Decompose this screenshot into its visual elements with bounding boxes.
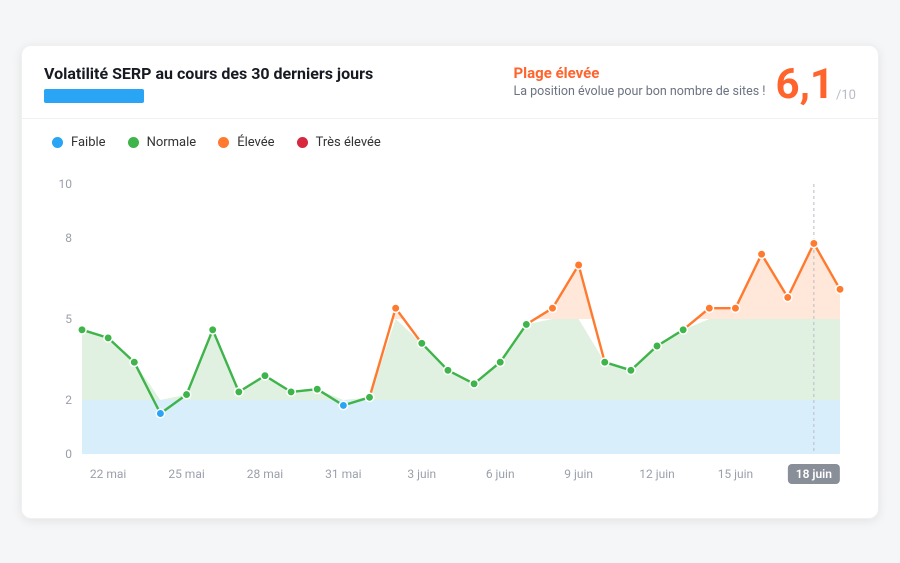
- legend-label: Très élevée: [316, 135, 381, 150]
- status-text-block: Plage élevée La position évolue pour bon…: [514, 64, 766, 99]
- data-point[interactable]: [653, 341, 661, 349]
- data-point[interactable]: [182, 390, 190, 398]
- x-tick: 25 mai: [168, 467, 205, 481]
- y-tick: 10: [59, 177, 73, 191]
- dot-icon: [297, 137, 308, 148]
- data-point[interactable]: [548, 304, 556, 312]
- score-display: 6,1 /10: [775, 64, 856, 106]
- legend-high[interactable]: Élevée: [218, 135, 274, 150]
- x-tick: 31 mai: [325, 467, 362, 481]
- data-point[interactable]: [627, 366, 635, 374]
- score-value: 6,1: [775, 64, 834, 106]
- svg-text:28 mai: 28 mai: [247, 467, 284, 481]
- legend-label: Élevée: [237, 135, 274, 150]
- band-normal: [82, 319, 840, 400]
- status-title: Plage élevée: [514, 64, 766, 82]
- card-header: Volatilité SERP au cours des 30 derniers…: [22, 46, 878, 119]
- data-point[interactable]: [418, 339, 426, 347]
- svg-text:15 juin: 15 juin: [718, 467, 754, 481]
- y-tick: 5: [65, 312, 72, 326]
- data-point[interactable]: [496, 358, 504, 366]
- y-tick: 8: [65, 231, 72, 245]
- y-tick: 0: [65, 447, 72, 461]
- x-tick: 28 mai: [247, 467, 284, 481]
- data-point[interactable]: [705, 304, 713, 312]
- y-tick: 2: [65, 393, 72, 407]
- chart-legend: Faible Normale Élevée Très élevée: [22, 119, 878, 156]
- x-tick: 9 juin: [564, 467, 593, 481]
- data-point[interactable]: [757, 250, 765, 258]
- svg-text:5: 5: [65, 312, 72, 326]
- svg-text:22 mai: 22 mai: [90, 467, 127, 481]
- legend-low[interactable]: Faible: [52, 135, 106, 150]
- legend-vhigh[interactable]: Très élevée: [297, 135, 381, 150]
- svg-text:0: 0: [65, 447, 72, 461]
- title-accent-bar: [44, 89, 144, 103]
- data-point[interactable]: [313, 385, 321, 393]
- data-point[interactable]: [391, 304, 399, 312]
- data-point[interactable]: [601, 358, 609, 366]
- x-tick: 12 juin: [639, 467, 675, 481]
- data-point[interactable]: [784, 293, 792, 301]
- x-tick: 22 mai: [90, 467, 127, 481]
- data-point[interactable]: [78, 325, 86, 333]
- data-point[interactable]: [208, 325, 216, 333]
- svg-text:10: 10: [59, 177, 73, 191]
- data-point[interactable]: [444, 366, 452, 374]
- svg-text:12 juin: 12 juin: [639, 467, 675, 481]
- svg-text:31 mai: 31 mai: [325, 467, 362, 481]
- band-high: [535, 265, 593, 319]
- x-tick: 6 juin: [486, 467, 515, 481]
- svg-text:8: 8: [65, 231, 72, 245]
- svg-text:2: 2: [65, 393, 72, 407]
- data-point[interactable]: [130, 358, 138, 366]
- data-point[interactable]: [731, 304, 739, 312]
- data-point[interactable]: [104, 333, 112, 341]
- data-point[interactable]: [836, 285, 844, 293]
- data-point[interactable]: [339, 401, 347, 409]
- data-point[interactable]: [287, 387, 295, 395]
- data-point[interactable]: [156, 409, 164, 417]
- x-tick: 18 juin: [788, 464, 840, 484]
- svg-text:6 juin: 6 juin: [486, 467, 515, 481]
- card-title: Volatilité SERP au cours des 30 derniers…: [44, 64, 373, 83]
- x-tick: 15 juin: [718, 467, 754, 481]
- x-tick: 3 juin: [407, 467, 436, 481]
- data-point[interactable]: [365, 393, 373, 401]
- volatility-card: Volatilité SERP au cours des 30 derniers…: [21, 45, 879, 519]
- data-point[interactable]: [574, 260, 582, 268]
- data-point[interactable]: [522, 320, 530, 328]
- svg-text:3 juin: 3 juin: [407, 467, 436, 481]
- svg-text:9 juin: 9 juin: [564, 467, 593, 481]
- dot-icon: [52, 137, 63, 148]
- header-left: Volatilité SERP au cours des 30 derniers…: [44, 64, 373, 106]
- status-subtitle: La position évolue pour bon nombre de si…: [514, 84, 766, 99]
- legend-normal[interactable]: Normale: [128, 135, 197, 150]
- data-point[interactable]: [261, 371, 269, 379]
- svg-text:18 juin: 18 juin: [796, 467, 833, 481]
- data-point[interactable]: [235, 387, 243, 395]
- legend-label: Normale: [147, 135, 197, 150]
- svg-text:25 mai: 25 mai: [168, 467, 205, 481]
- dot-icon: [128, 137, 139, 148]
- data-point[interactable]: [810, 239, 818, 247]
- score-outof: /10: [834, 89, 856, 106]
- dot-icon: [218, 137, 229, 148]
- data-point[interactable]: [679, 325, 687, 333]
- legend-label: Faible: [71, 135, 106, 150]
- band-low: [82, 400, 840, 454]
- data-point[interactable]: [470, 379, 478, 387]
- chart-area: 0 2 5 8 10 22 mai 25 mai 28 mai 31 mai 3 juin 6 ju…: [22, 156, 878, 518]
- volatility-chart[interactable]: 0 2 5 8 10 22 mai 25 mai 28 mai 31 mai 3 juin 6 ju…: [44, 166, 858, 496]
- header-right: Plage élevée La position évolue pour bon…: [514, 64, 857, 106]
